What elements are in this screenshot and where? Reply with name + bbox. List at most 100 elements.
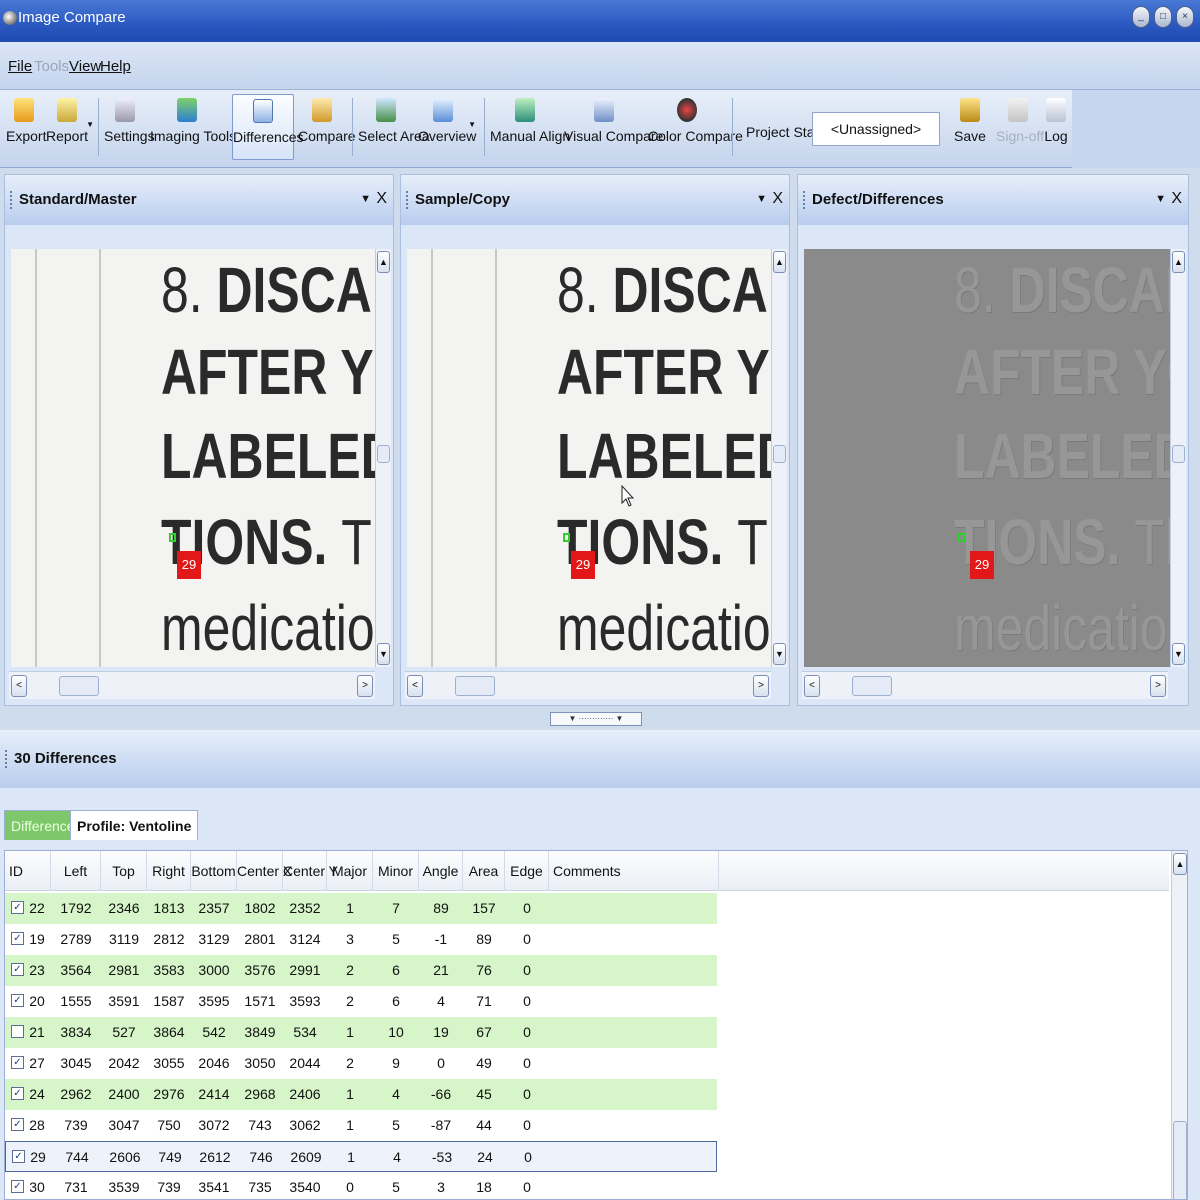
color-compare-button[interactable]: Color Compare bbox=[648, 94, 743, 160]
scroll-thumb[interactable] bbox=[455, 676, 495, 696]
report-dropdown-icon[interactable]: ▼ bbox=[86, 120, 94, 129]
table-row[interactable]: ✓ 23 3564 2981 3583 3000 3576 2991 2 6 21 76 0 bbox=[5, 955, 717, 986]
overview-dropdown-icon[interactable]: ▼ bbox=[468, 120, 476, 129]
defect-image-viewport[interactable]: 8. DISCARD T AFTER YOU H LABELED NUN TIO… bbox=[804, 249, 1170, 667]
column-header[interactable]: Major bbox=[327, 851, 373, 891]
minimize-button[interactable]: _ bbox=[1132, 6, 1150, 28]
table-cell: 0 bbox=[523, 1024, 531, 1040]
menu-help[interactable]: Help bbox=[100, 58, 131, 75]
scroll-down-button[interactable]: ▼ bbox=[377, 643, 390, 665]
scroll-up-button[interactable]: ▲ bbox=[1172, 251, 1185, 273]
save-button[interactable]: Save bbox=[954, 94, 986, 160]
scroll-right-button[interactable]: > bbox=[357, 675, 373, 697]
grip-handle[interactable] bbox=[5, 750, 7, 768]
column-header[interactable]: ID bbox=[5, 851, 51, 891]
scroll-thumb[interactable] bbox=[59, 676, 99, 696]
scroll-down-button[interactable]: ▼ bbox=[1172, 643, 1185, 665]
table-cell: 89 bbox=[476, 931, 492, 947]
sign-off-button[interactable]: Sign-off bbox=[996, 94, 1044, 160]
panel-menu-icon[interactable]: ▼ bbox=[756, 193, 767, 205]
scroll-right-button[interactable]: > bbox=[1150, 675, 1166, 697]
column-header[interactable]: Bottom bbox=[191, 851, 237, 891]
column-header[interactable]: Left bbox=[51, 851, 101, 891]
table-row[interactable]: 21 3834 527 3864 542 3849 534 1 10 19 67 0 bbox=[5, 1017, 717, 1048]
standard-image-viewport[interactable]: 8. DISCARD T AFTER YOU H LABELED NUN TIO… bbox=[11, 249, 377, 667]
sample-image-viewport[interactable]: 8. DISCARD T AFTER YOU H LABELED NUN TIO… bbox=[407, 249, 773, 667]
table-row[interactable]: ✓ 20 1555 3591 1587 3595 1571 3593 2 6 4 71 0 bbox=[5, 986, 717, 1017]
menu-file[interactable]: File bbox=[8, 58, 32, 75]
select-area-button[interactable]: Select Area bbox=[358, 94, 430, 160]
vertical-scrollbar[interactable]: ▲ ▼ bbox=[375, 249, 391, 667]
table-cell: 2414 bbox=[198, 1086, 230, 1102]
difference-marker[interactable]: 29 bbox=[970, 551, 994, 579]
export-button[interactable]: Export bbox=[6, 94, 46, 160]
column-header[interactable]: Center X bbox=[237, 851, 292, 891]
scroll-thumb[interactable] bbox=[1172, 445, 1185, 463]
scroll-down-button[interactable]: ▼ bbox=[773, 643, 786, 665]
scroll-up-button[interactable]: ▲ bbox=[1173, 853, 1187, 875]
horizontal-scrollbar[interactable]: < > bbox=[405, 671, 771, 699]
scroll-thumb[interactable] bbox=[377, 445, 390, 463]
close-button[interactable]: × bbox=[1176, 6, 1194, 28]
difference-marker[interactable]: 29 bbox=[571, 551, 595, 579]
table-row[interactable]: ✓ 27 3045 2042 3055 2046 3050 2044 2 9 0 49 0 bbox=[5, 1048, 717, 1079]
table-row[interactable]: ✓ 29 744 2606 749 2612 746 2609 1 4 -53 24 0 bbox=[5, 1141, 717, 1172]
manual-align-button[interactable]: Manual Align bbox=[490, 94, 570, 160]
overview-button[interactable]: Overview ▼ bbox=[418, 94, 476, 160]
scroll-up-button[interactable]: ▲ bbox=[377, 251, 390, 273]
scroll-thumb[interactable] bbox=[773, 445, 786, 463]
scroll-up-button[interactable]: ▲ bbox=[773, 251, 786, 273]
horizontal-scrollbar[interactable]: < > bbox=[9, 671, 375, 699]
panel-close-icon[interactable]: X bbox=[1171, 190, 1182, 208]
table-row[interactable]: ✓ 28 739 3047 750 3072 743 3062 1 5 -87 44 0 bbox=[5, 1110, 717, 1141]
scroll-thumb[interactable] bbox=[1173, 1121, 1187, 1199]
column-header[interactable]: Comments bbox=[549, 851, 719, 891]
differences-button[interactable]: Differences bbox=[232, 94, 304, 160]
scroll-left-button[interactable]: < bbox=[804, 675, 820, 697]
column-header[interactable]: Right bbox=[147, 851, 191, 891]
vertical-scrollbar[interactable]: ▲ ▼ bbox=[1170, 249, 1186, 667]
report-button[interactable]: Report ▼ bbox=[44, 94, 94, 160]
horizontal-scrollbar[interactable]: < > bbox=[802, 671, 1168, 699]
difference-marker[interactable]: 29 bbox=[177, 551, 201, 579]
grip-handle[interactable] bbox=[10, 191, 12, 209]
project-status-field[interactable]: <Unassigned> bbox=[812, 112, 940, 146]
table-cell: 3834 bbox=[60, 1024, 92, 1040]
panel-menu-icon[interactable]: ▼ bbox=[360, 193, 371, 205]
scroll-right-button[interactable]: > bbox=[753, 675, 769, 697]
column-header[interactable]: Area bbox=[463, 851, 505, 891]
column-header[interactable]: Top bbox=[101, 851, 147, 891]
column-header[interactable]: Center Y bbox=[283, 851, 338, 891]
table-row[interactable]: ✓ 19 2789 3119 2812 3129 2801 3124 3 5 -1 89 0 bbox=[5, 924, 717, 955]
scroll-left-button[interactable]: < bbox=[407, 675, 423, 697]
scroll-left-button[interactable]: < bbox=[11, 675, 27, 697]
settings-button[interactable]: Settings bbox=[104, 94, 155, 160]
vertical-scrollbar[interactable]: ▲ ▼ bbox=[771, 249, 787, 667]
maximize-button[interactable]: □ bbox=[1154, 6, 1172, 28]
menu-view[interactable]: View bbox=[69, 58, 101, 75]
table-row[interactable]: ✓ 22 1792 2346 1813 2357 1802 2352 1 7 89 157 0 bbox=[5, 893, 717, 924]
panel-splitter[interactable]: ▼ ············· ▼ bbox=[550, 712, 642, 726]
table-cell: 750 bbox=[157, 1117, 181, 1133]
column-header[interactable]: Minor bbox=[373, 851, 419, 891]
table-row[interactable]: ✓ 24 2962 2400 2976 2414 2968 2406 1 4 -66 45 0 bbox=[5, 1079, 717, 1110]
table-header: ID Left Top Right Bottom Center X Center Y Majo… bbox=[5, 851, 1169, 891]
grip-handle[interactable] bbox=[406, 191, 408, 209]
compare-button[interactable]: Compare bbox=[298, 94, 356, 160]
imaging-tools-button[interactable]: Imaging Tools bbox=[150, 94, 236, 160]
visual-compare-button[interactable]: Visual Compare bbox=[564, 94, 663, 160]
panel-menu-icon[interactable]: ▼ bbox=[1155, 193, 1166, 205]
table-row[interactable]: ✓ 30 731 3539 739 3541 735 3540 0 5 3 18 0 bbox=[5, 1172, 717, 1199]
scroll-thumb[interactable] bbox=[852, 676, 892, 696]
panel-close-icon[interactable]: X bbox=[376, 190, 387, 208]
grip-handle[interactable] bbox=[803, 191, 805, 209]
column-header[interactable]: Angle bbox=[419, 851, 463, 891]
menu-tools[interactable]: Tools bbox=[34, 58, 69, 75]
log-button[interactable]: Log bbox=[1042, 94, 1070, 160]
differences-tabs: Differences Profile: Ventoline bbox=[0, 810, 1200, 840]
tab-profile[interactable]: Profile: Ventoline bbox=[70, 810, 199, 840]
column-header[interactable]: Edge bbox=[505, 851, 549, 891]
table-vertical-scrollbar[interactable]: ▲ bbox=[1171, 851, 1187, 1199]
panel-close-icon[interactable]: X bbox=[772, 190, 783, 208]
row-id: 24 bbox=[29, 1086, 45, 1102]
